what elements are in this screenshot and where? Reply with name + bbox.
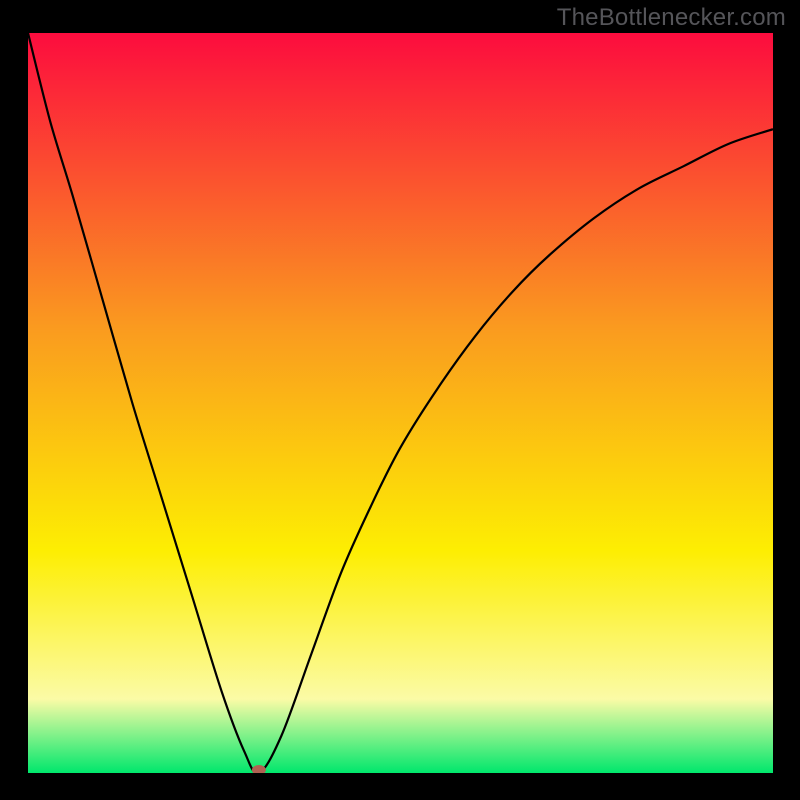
plot-area [28,33,773,773]
chart-frame: TheBottlenecker.com [0,0,800,800]
gradient-background [28,33,773,773]
chart-svg [28,33,773,773]
watermark-label: TheBottlenecker.com [557,4,786,32]
